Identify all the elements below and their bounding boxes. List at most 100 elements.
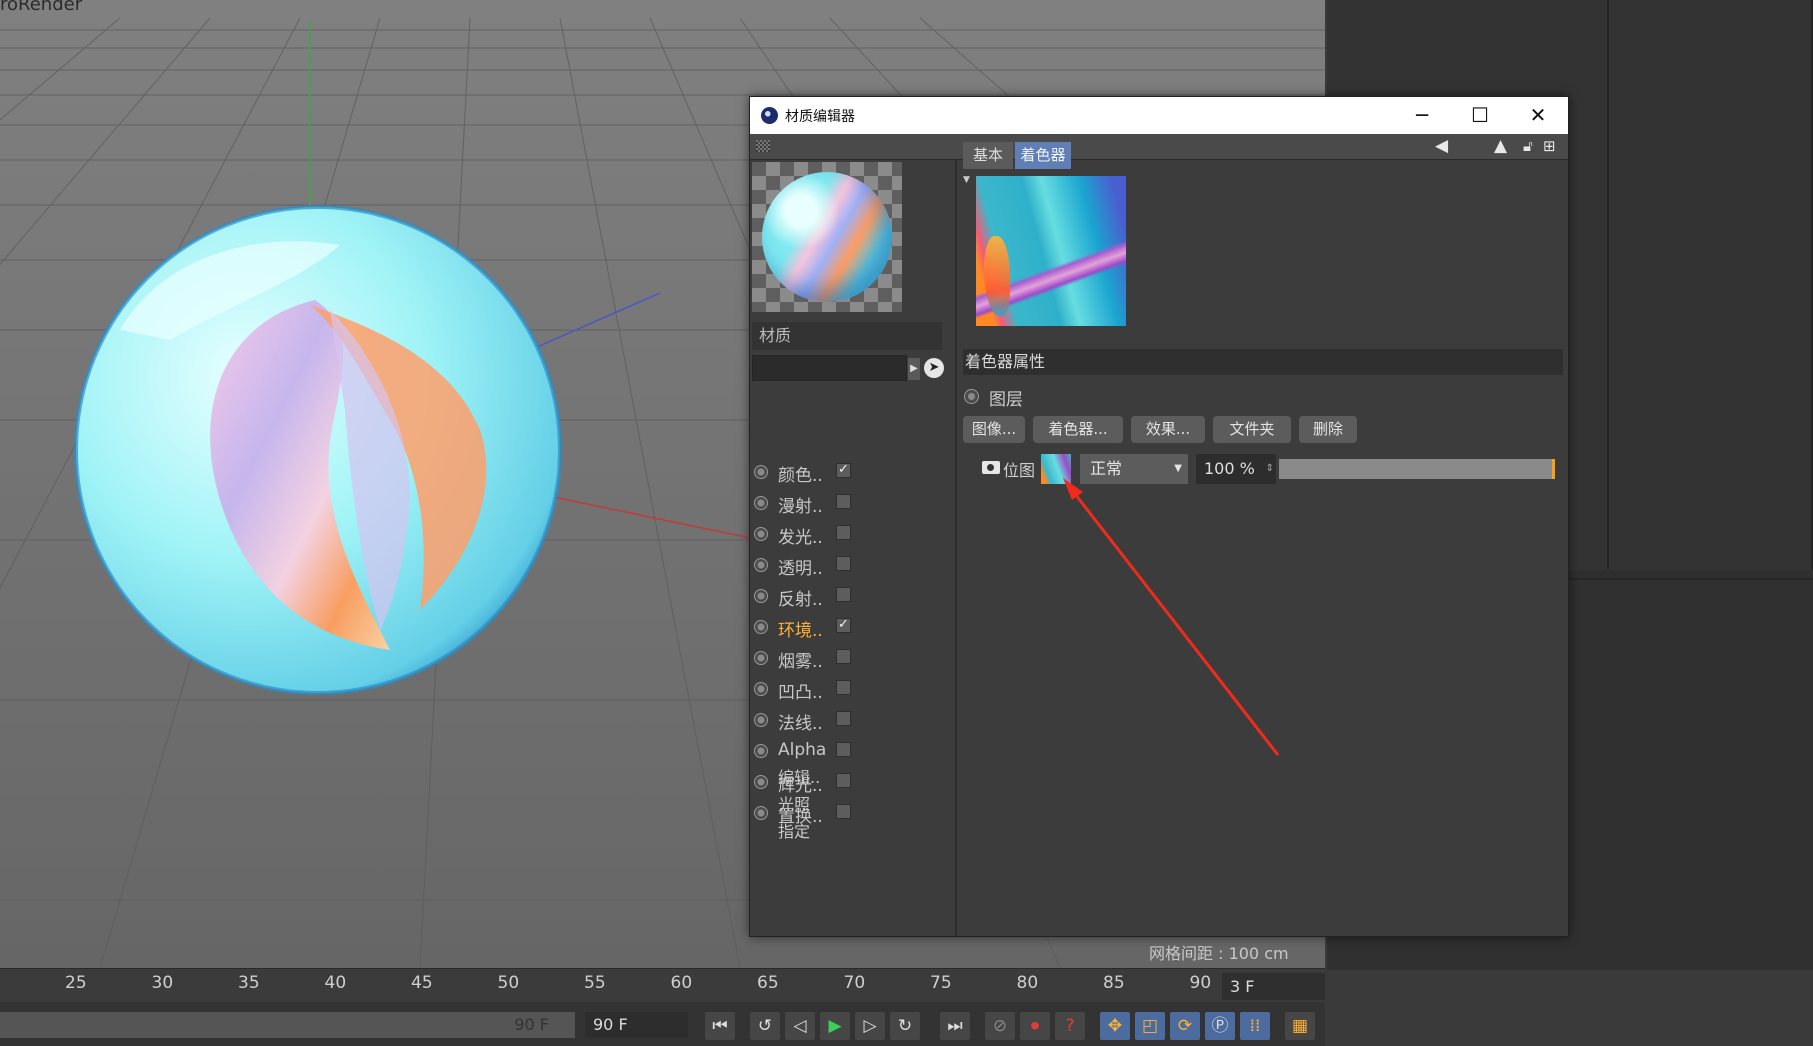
channel-radio[interactable]: [754, 589, 768, 603]
cursor-icon[interactable]: ▲: [1494, 136, 1507, 156]
title-bar[interactable]: 材质编辑器 ─ ☐ ✕: [750, 97, 1568, 134]
channel-radio[interactable]: [754, 651, 768, 665]
material-name-field[interactable]: 材质: [752, 322, 942, 350]
go-start-icon[interactable]: ⏮: [705, 1012, 735, 1040]
edit-item[interactable]: 编辑..: [778, 764, 820, 788]
channel-item[interactable]: 发光..: [750, 521, 950, 549]
illumination-item[interactable]: 光照: [778, 791, 810, 815]
channel-checkbox[interactable]: [836, 587, 851, 602]
spinner-icon[interactable]: ⇕: [1266, 454, 1274, 484]
folder-button[interactable]: 文件夹: [1213, 416, 1291, 443]
channel-radio[interactable]: [754, 806, 768, 820]
visibility-eye-icon[interactable]: [982, 461, 1000, 474]
bitmap-layer-label[interactable]: 位图: [1003, 457, 1035, 481]
assign-item[interactable]: 指定: [778, 818, 810, 842]
film-icon[interactable]: ▦: [1285, 1012, 1315, 1040]
channel-label[interactable]: 反射..: [778, 585, 823, 610]
scale-icon[interactable]: ◰: [1135, 1012, 1165, 1040]
arrow-left-icon[interactable]: ◀: [1435, 136, 1448, 156]
channel-label[interactable]: 发光..: [778, 523, 823, 548]
layer-panel[interactable]: [1609, 0, 1813, 570]
channel-radio[interactable]: [754, 744, 768, 758]
channel-radio[interactable]: [754, 527, 768, 541]
step-forward-icon[interactable]: ▷: [855, 1012, 885, 1040]
sphere-object[interactable]: [74, 205, 562, 695]
channel-item[interactable]: 法线..: [750, 707, 950, 735]
channel-item[interactable]: 烟雾..: [750, 645, 950, 673]
play-icon[interactable]: ▶: [820, 1012, 850, 1040]
material-preview[interactable]: [752, 162, 902, 312]
channel-radio[interactable]: [754, 496, 768, 510]
preview-collapse-arrow-icon[interactable]: ▼: [963, 175, 970, 185]
channel-checkbox[interactable]: [836, 773, 851, 788]
tab-shader[interactable]: 着色器: [1015, 142, 1071, 169]
channel-checkbox[interactable]: ✓: [836, 463, 851, 478]
channel-item[interactable]: 颜色.. ✓: [750, 459, 950, 487]
tab-basic[interactable]: 基本: [963, 142, 1013, 169]
channel-checkbox[interactable]: [836, 525, 851, 540]
keyframe-off-icon[interactable]: ⊘: [985, 1012, 1015, 1040]
loop-right-icon[interactable]: ↻: [890, 1012, 920, 1040]
shader-properties-header[interactable]: 着色器属性: [963, 349, 1563, 375]
minimize-button[interactable]: ─: [1393, 97, 1451, 134]
channel-item[interactable]: 透明..: [750, 552, 950, 580]
step-back-icon[interactable]: ◁: [785, 1012, 815, 1040]
opacity-slider[interactable]: [1279, 459, 1555, 479]
move-icon[interactable]: ✥: [1100, 1012, 1130, 1040]
effect-button[interactable]: 效果...: [1131, 416, 1205, 443]
channel-radio[interactable]: [754, 682, 768, 696]
channel-radio[interactable]: [754, 465, 768, 479]
channel-checkbox[interactable]: ✓: [836, 618, 851, 633]
channel-checkbox[interactable]: [836, 494, 851, 509]
channel-checkbox[interactable]: [836, 556, 851, 571]
image-button[interactable]: 图像...: [963, 416, 1025, 443]
material-link-field[interactable]: [752, 355, 907, 381]
channel-radio[interactable]: [754, 620, 768, 634]
channel-checkbox[interactable]: [836, 680, 851, 695]
channel-label[interactable]: 漫射..: [778, 492, 823, 517]
drag-grip-icon[interactable]: [756, 140, 770, 152]
channel-item[interactable]: 反射..: [750, 583, 950, 611]
channel-radio[interactable]: [754, 775, 768, 789]
channel-checkbox[interactable]: [836, 649, 851, 664]
material-editor-window[interactable]: 材质编辑器 ─ ☐ ✕ ◀ ▲ 🔓︎ ⊞ 材质 ▶ ➤ 颜色.. ✓ 漫射.. 发光.…: [749, 96, 1569, 937]
channel-label[interactable]: 环境..: [778, 616, 823, 641]
blend-mode-select[interactable]: 正常 ▼: [1080, 454, 1188, 484]
timeline-ruler[interactable]: 25 30 35 40 45 50 55 60 65 70 75 80 85 90: [0, 968, 1325, 1003]
channel-label[interactable]: 透明..: [778, 554, 823, 579]
channel-label[interactable]: Alpha: [778, 740, 826, 760]
current-frame-field[interactable]: 3 F: [1222, 973, 1325, 1000]
opacity-input[interactable]: 100 % ⇕: [1196, 454, 1276, 484]
go-end-icon[interactable]: ⏭: [940, 1012, 970, 1040]
channel-label[interactable]: 法线..: [778, 709, 823, 734]
channel-item[interactable]: 凹凸..: [750, 676, 950, 704]
channel-item[interactable]: 环境.. ✓: [750, 614, 950, 642]
maximize-button[interactable]: ☐: [1451, 97, 1509, 134]
channel-checkbox[interactable]: [836, 711, 851, 726]
channel-radio[interactable]: [754, 713, 768, 727]
preview-range-slider[interactable]: 90 F: [0, 1012, 575, 1038]
channel-label[interactable]: 凹凸..: [778, 678, 823, 703]
channel-item[interactable]: Alpha: [750, 738, 950, 766]
channel-item[interactable]: 漫射..: [750, 490, 950, 518]
help-icon[interactable]: ?: [1055, 1012, 1085, 1040]
channel-checkbox[interactable]: [836, 804, 851, 819]
shader-button[interactable]: 着色器...: [1033, 416, 1123, 443]
channel-label[interactable]: 烟雾..: [778, 647, 823, 672]
delete-button[interactable]: 删除: [1299, 416, 1357, 443]
param-icon[interactable]: Ⓟ: [1205, 1012, 1235, 1040]
close-button[interactable]: ✕: [1509, 97, 1567, 134]
rotate-icon[interactable]: ⟳: [1170, 1012, 1200, 1040]
channel-radio[interactable]: [754, 558, 768, 572]
lock-icon[interactable]: 🔓︎: [1523, 137, 1533, 155]
end-frame-field[interactable]: 90 F: [585, 1012, 688, 1038]
channel-label[interactable]: 颜色..: [778, 461, 823, 486]
expand-arrow-icon[interactable]: ▶: [908, 358, 920, 380]
loop-left-icon[interactable]: ↺: [750, 1012, 780, 1040]
bitmap-layer-thumbnail[interactable]: [1041, 454, 1071, 484]
new-window-icon[interactable]: ⊞: [1543, 137, 1556, 155]
record-icon[interactable]: ⏺: [1020, 1012, 1050, 1040]
layer-radio[interactable]: [964, 389, 979, 404]
pick-cursor-icon[interactable]: ➤: [924, 358, 944, 378]
channel-checkbox[interactable]: [836, 742, 851, 757]
